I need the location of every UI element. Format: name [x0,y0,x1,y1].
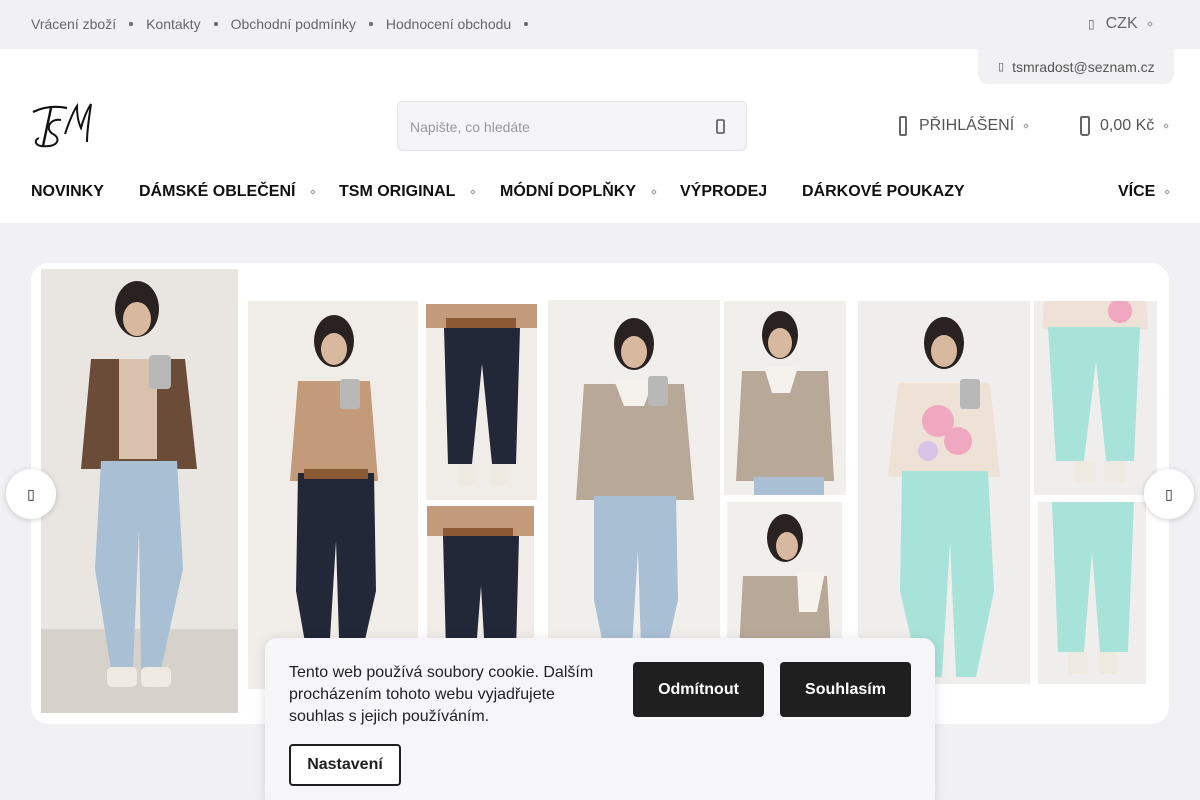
product-photo [41,269,238,713]
product-photo [724,301,846,495]
model-illustration [888,317,1000,677]
accept-cookies-button[interactable]: Souhlasím [780,662,911,717]
cart-icon [1080,116,1090,136]
model-illustration [1042,301,1148,483]
mail-icon: ▯ [998,61,1005,73]
link-contacts[interactable]: Kontakty [146,16,200,32]
chevron-down-icon [470,189,477,195]
nav-item-darkove-poukazy[interactable]: DÁRKOVÉ POUKAZY [802,183,965,201]
top-bar: Vrácení zboží Kontakty Obchodní podmínky… [0,0,1200,49]
cookie-settings-button[interactable]: Nastavení [289,744,401,786]
nav-item-damske-obleceni[interactable]: DÁMSKÉ OBLEČENÍ [139,183,317,201]
carousel-next-button[interactable]: ▯ [1144,469,1194,519]
model-illustration [1052,502,1134,674]
separator-dot [129,22,134,26]
nav-label: NOVINKY [31,183,104,200]
model-illustration [41,281,238,713]
link-terms[interactable]: Obchodní podmínky [231,16,356,32]
nav-item-more[interactable]: VÍCE [1118,183,1171,201]
nav-label: MÓDNÍ DOPLŇKY [500,183,636,200]
chevron-down-icon [1163,123,1170,129]
nav-label: TSM ORIGINAL [339,183,456,200]
shop-logo[interactable] [31,100,93,152]
email-contact[interactable]: ▯ tsmradost@seznam.cz [978,49,1174,84]
chevron-down-icon [651,189,657,195]
nav-item-modni-doplnky[interactable]: MÓDNÍ DOPLŇKY [500,183,657,201]
reject-cookies-button[interactable]: Odmítnout [633,662,764,717]
search-icon[interactable] [714,116,728,138]
login-label: PŘIHLÁŠENÍ [919,117,1015,134]
product-photo [858,301,1030,684]
nav-label: VÝPRODEJ [680,183,768,200]
email-address: tsmradost@seznam.cz [1012,58,1155,75]
nav-label: VÍCE [1118,183,1156,200]
cart-link[interactable]: 0,00 Kč [1080,116,1170,136]
chevron-down-icon [1164,189,1171,195]
chevron-right-icon: ▯ [1165,485,1173,502]
product-photo [426,304,537,500]
link-returns[interactable]: Vrácení zboží [31,16,116,32]
product-photo [1034,301,1157,495]
search-input[interactable] [410,116,690,138]
cart-total: 0,00 Kč [1100,117,1155,134]
nav-item-tsm-original[interactable]: TSM ORIGINAL [339,183,477,201]
separator-dot [213,22,218,26]
currency-selector[interactable]: ▯ CZK [1088,15,1153,33]
nav-item-vyprodej[interactable]: VÝPRODEJ [680,183,767,201]
model-illustration [576,318,694,680]
nav-label: DÁMSKÉ OBLEČENÍ [139,183,296,200]
nav-label: DÁRKOVÉ POUKAZY [802,183,965,200]
chevron-down-icon [1023,123,1029,129]
separator-dot [524,22,529,26]
currency-icon: ▯ [1088,17,1095,31]
login-link[interactable]: PŘIHLÁŠENÍ [899,116,1029,136]
product-photo [248,301,418,689]
chevron-down-icon [310,189,317,195]
separator-dot [368,22,373,26]
carousel-prev-button[interactable]: ▯ [6,469,56,519]
product-photo [1038,502,1146,684]
nav-item-novinky[interactable]: NOVINKY [31,183,104,201]
chevron-down-icon [1146,21,1153,27]
cookie-consent-text: Tento web používá soubory cookie. Dalším… [289,664,594,725]
header: ▯ tsmradost@seznam.cz PŘIHLÁŠENÍ 0,00 Kč… [0,49,1200,223]
top-links: Vrácení zboží Kontakty Obchodní podmínky… [31,16,541,32]
search-box [397,101,747,151]
user-icon [899,116,907,136]
logo-mark [32,102,92,148]
link-shop-rating[interactable]: Hodnocení obchodu [386,16,511,32]
model-illustration [290,315,378,671]
model-illustration [736,311,834,495]
chevron-left-icon: ▯ [27,485,35,502]
currency-label: CZK [1105,15,1138,32]
cookie-consent-bar: Tento web používá soubory cookie. Dalším… [265,638,935,800]
model-illustration [426,304,537,486]
main-navigation: NOVINKY DÁMSKÉ OBLEČENÍ TSM ORIGINAL MÓD… [0,183,1200,203]
product-photo [548,300,720,688]
